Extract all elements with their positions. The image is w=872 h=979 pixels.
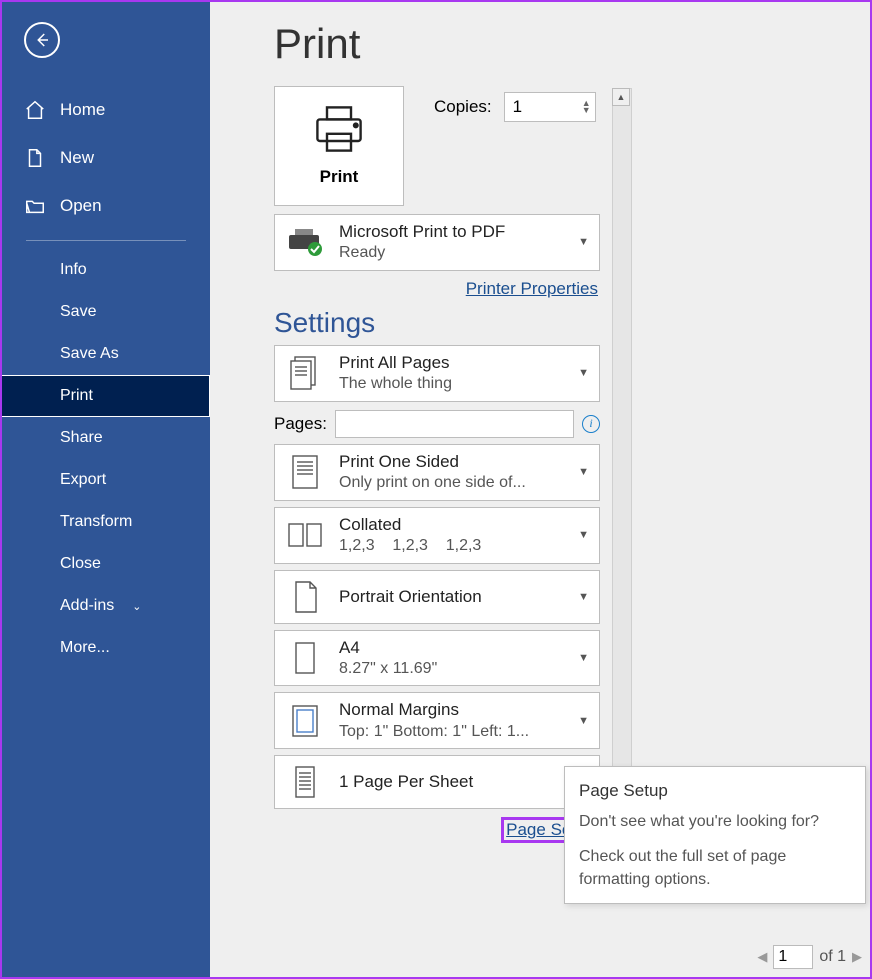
sidebar-item-save-as[interactable]: Save As	[2, 333, 210, 375]
sidebar-item-transform[interactable]: Transform	[2, 501, 210, 543]
collate-title: Collated	[339, 514, 589, 536]
sidebar-item-share[interactable]: Share	[2, 417, 210, 459]
open-icon	[24, 195, 46, 217]
sidebar-item-label: Transform	[60, 513, 132, 531]
print-range-title: Print All Pages	[339, 352, 589, 374]
copies-value: 1	[513, 97, 522, 117]
next-page-button[interactable]: ▶	[852, 949, 862, 965]
paper-size-dropdown[interactable]: A4 8.27" x 11.69" ▼	[274, 630, 600, 687]
current-page-input[interactable]	[773, 945, 813, 969]
print-range-dropdown[interactable]: Print All Pages The whole thing ▼	[274, 345, 600, 402]
tooltip-line: Don't see what you're looking for?	[579, 810, 851, 833]
printer-properties-link[interactable]: Printer Properties	[466, 279, 598, 298]
pages-icon	[285, 353, 325, 393]
page-title: Print	[274, 20, 870, 68]
chevron-down-icon: ▼	[578, 236, 589, 248]
print-range-sub: The whole thing	[339, 374, 589, 395]
new-icon	[24, 147, 46, 169]
sidebar-item-more[interactable]: More...	[2, 627, 210, 669]
sides-title: Print One Sided	[339, 451, 589, 473]
chevron-down-icon: ▼	[578, 367, 589, 379]
copies-spinner[interactable]: 1 ▲▼	[504, 92, 596, 122]
sidebar-item-export[interactable]: Export	[2, 459, 210, 501]
copies-label: Copies:	[434, 97, 492, 117]
sidebar-item-label: More...	[60, 639, 110, 657]
sides-dropdown[interactable]: Print One Sided Only print on one side o…	[274, 444, 600, 501]
sidebar-item-label: Home	[60, 100, 105, 120]
chevron-down-icon: ▼	[578, 466, 589, 478]
sidebar-item-label: New	[60, 148, 94, 168]
sidebar-item-label: Save As	[60, 345, 119, 363]
sidebar-item-label: Share	[60, 429, 103, 447]
margins-sub: Top: 1" Bottom: 1" Left: 1...	[339, 722, 589, 743]
print-button[interactable]: Print	[274, 86, 404, 206]
chevron-down-icon: ⌄	[132, 600, 141, 613]
settings-heading: Settings	[274, 307, 600, 339]
sidebar-item-print[interactable]: Print	[2, 375, 210, 417]
print-preview	[644, 86, 866, 843]
printer-status-icon	[285, 222, 325, 262]
pages-label: Pages:	[274, 414, 327, 434]
sidebar-item-label: Save	[60, 303, 96, 321]
paper-icon	[285, 638, 325, 678]
sidebar-item-label: Close	[60, 555, 101, 573]
prev-page-button[interactable]: ◀	[757, 949, 767, 965]
printer-name: Microsoft Print to PDF	[339, 221, 589, 243]
collate-icon	[285, 515, 325, 555]
sidebar-item-label: Add-ins	[60, 597, 114, 615]
per-sheet-title: 1 Page Per Sheet	[339, 771, 589, 793]
back-button[interactable]	[24, 22, 60, 58]
chevron-down-icon: ▼	[578, 529, 589, 541]
portrait-icon	[285, 577, 325, 617]
one-sided-icon	[285, 452, 325, 492]
sidebar-item-label: Open	[60, 196, 102, 216]
page-of-label: of 1	[819, 948, 846, 966]
per-sheet-icon	[285, 762, 325, 802]
sidebar-item-label: Print	[60, 387, 93, 405]
backstage-sidebar: Home New Open Info Save Save As Print Sh…	[2, 2, 210, 977]
sidebar-item-open[interactable]: Open	[2, 182, 210, 230]
printer-status: Ready	[339, 243, 589, 264]
sidebar-item-label: Info	[60, 261, 87, 279]
chevron-down-icon: ▼	[578, 652, 589, 664]
collate-dropdown[interactable]: Collated 1,2,3 1,2,3 1,2,3 ▼	[274, 507, 600, 564]
printer-icon	[310, 105, 368, 153]
orientation-title: Portrait Orientation	[339, 586, 589, 608]
info-icon[interactable]: i	[582, 415, 600, 433]
print-button-label: Print	[320, 167, 359, 187]
sidebar-item-home[interactable]: Home	[2, 86, 210, 134]
tooltip-line: Check out the full set of page formattin…	[579, 845, 851, 891]
home-icon	[24, 99, 46, 121]
pages-input[interactable]	[335, 410, 574, 438]
sidebar-item-info[interactable]: Info	[2, 249, 210, 291]
scroll-up-button[interactable]: ▲	[612, 88, 630, 106]
back-arrow-icon	[33, 31, 51, 49]
sidebar-item-close[interactable]: Close	[2, 543, 210, 585]
printer-dropdown[interactable]: Microsoft Print to PDF Ready ▼	[274, 214, 600, 271]
paper-sub: 8.27" x 11.69"	[339, 659, 589, 680]
spinner-arrows[interactable]: ▲▼	[582, 100, 591, 114]
chevron-down-icon: ▼	[578, 591, 589, 603]
sidebar-divider	[26, 240, 186, 241]
tooltip-title: Page Setup	[579, 779, 851, 804]
print-backstage: Print Print Copies:	[210, 2, 870, 977]
sidebar-item-addins[interactable]: Add-ins ⌄	[2, 585, 210, 627]
paper-title: A4	[339, 637, 589, 659]
page-setup-tooltip: Page Setup Don't see what you're looking…	[564, 766, 866, 904]
orientation-dropdown[interactable]: Portrait Orientation ▼	[274, 570, 600, 624]
margins-icon	[285, 701, 325, 741]
sidebar-item-label: Export	[60, 471, 106, 489]
margins-title: Normal Margins	[339, 699, 589, 721]
margins-dropdown[interactable]: Normal Margins Top: 1" Bottom: 1" Left: …	[274, 692, 600, 749]
settings-scrollbar[interactable]: ▲ ▼	[612, 88, 632, 798]
sidebar-item-save[interactable]: Save	[2, 291, 210, 333]
pages-per-sheet-dropdown[interactable]: 1 Page Per Sheet ▼	[274, 755, 600, 809]
preview-page-nav: ◀ of 1 ▶	[757, 945, 862, 969]
sidebar-item-new[interactable]: New	[2, 134, 210, 182]
sides-sub: Only print on one side of...	[339, 473, 589, 494]
collate-sub: 1,2,3 1,2,3 1,2,3	[339, 536, 589, 557]
chevron-down-icon: ▼	[578, 715, 589, 727]
